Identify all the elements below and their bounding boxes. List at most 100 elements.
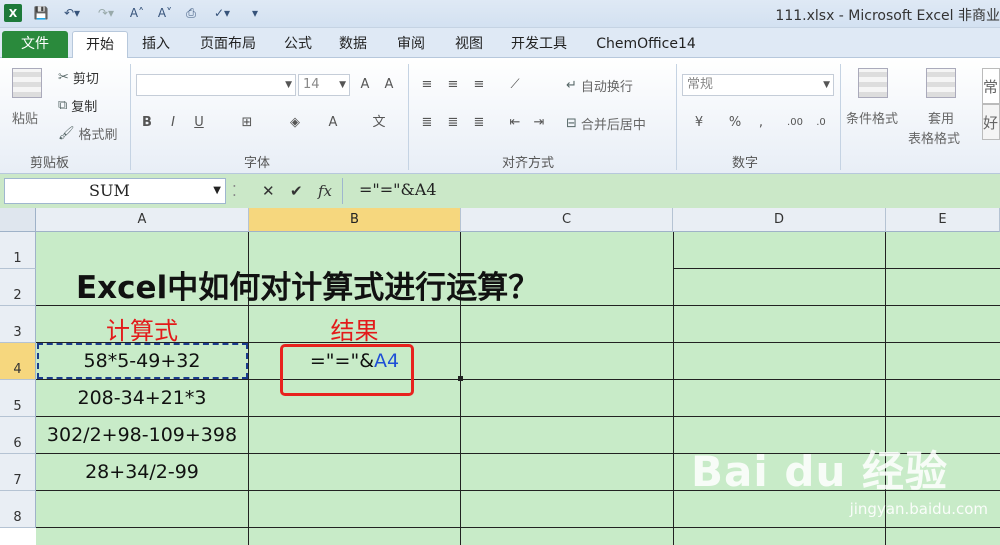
cut-label: 剪切 bbox=[72, 72, 99, 87]
cut-button[interactable]: ✂ 剪切 bbox=[58, 68, 99, 87]
tab-chemoffice[interactable]: ChemOffice14 bbox=[590, 31, 702, 58]
merge-center-button[interactable]: ⊟ 合并后居中 bbox=[566, 114, 646, 133]
format-painter-button[interactable]: 🖌 格式刷 bbox=[58, 124, 118, 143]
row-header-2[interactable]: 2 bbox=[0, 269, 36, 306]
paste-button[interactable]: 粘贴 bbox=[12, 108, 38, 127]
row-header-1[interactable]: 1 bbox=[0, 232, 36, 269]
title-bar: X 💾 ↶▾ ↷▾ A˄ A˅ ⎙ ✓▾ ▾ 111.xlsx - Micros… bbox=[0, 0, 1000, 28]
select-all-corner[interactable] bbox=[0, 208, 36, 232]
cell-border bbox=[36, 379, 1000, 380]
format-table-icon[interactable] bbox=[926, 68, 956, 98]
column-header-d[interactable]: D bbox=[673, 208, 886, 232]
excel-logo-icon[interactable]: X bbox=[4, 4, 22, 22]
tab-data[interactable]: 数据 bbox=[330, 31, 376, 58]
row-header-5[interactable]: 5 bbox=[0, 380, 36, 417]
row-header-6[interactable]: 6 bbox=[0, 417, 36, 454]
format-painter-label: 格式刷 bbox=[78, 128, 118, 143]
column-header-e[interactable]: E bbox=[886, 208, 1000, 232]
shrink-font-icon[interactable]: A bbox=[380, 76, 398, 94]
chevron-down-icon: ▼ bbox=[285, 80, 292, 90]
orientation-icon[interactable]: ⟋ bbox=[506, 76, 524, 94]
group-label-alignment: 对齐方式 bbox=[502, 156, 555, 171]
cell-a5[interactable]: 208-34+21*3 bbox=[36, 387, 248, 409]
align-bottom-icon[interactable]: ≡ bbox=[470, 76, 488, 94]
comma-button[interactable]: , bbox=[752, 114, 770, 132]
percent-button[interactable]: % bbox=[726, 114, 744, 132]
grow-font-icon[interactable]: A bbox=[356, 76, 374, 94]
align-center-icon[interactable]: ≣ bbox=[444, 114, 462, 132]
header-formula-cell[interactable]: 计算式 bbox=[36, 311, 248, 346]
group-separator bbox=[676, 64, 677, 170]
highlight-box bbox=[280, 344, 414, 396]
tab-formulas[interactable]: 公式 bbox=[276, 31, 320, 58]
group-label-font: 字体 bbox=[244, 156, 271, 171]
align-left-icon[interactable]: ≣ bbox=[418, 114, 436, 132]
redo-icon[interactable]: ↷▾ bbox=[92, 4, 120, 22]
wrap-text-button[interactable]: ↵ 自动换行 bbox=[566, 76, 633, 95]
tab-view[interactable]: 视图 bbox=[446, 31, 492, 58]
tab-developer[interactable]: 开发工具 bbox=[502, 31, 576, 58]
italic-button[interactable]: I bbox=[164, 114, 182, 132]
tab-insert[interactable]: 插入 bbox=[132, 31, 180, 58]
currency-icon[interactable]: ¥ bbox=[690, 114, 708, 132]
name-box[interactable]: SUM ▼ bbox=[4, 178, 226, 204]
tab-page-layout[interactable]: 页面布局 bbox=[190, 31, 266, 58]
insert-function-icon[interactable]: fx bbox=[318, 182, 332, 200]
copy-label: 复制 bbox=[71, 100, 98, 115]
tab-review[interactable]: 审阅 bbox=[388, 31, 434, 58]
merge-icon: ⊟ bbox=[566, 116, 577, 131]
row-header-7[interactable]: 7 bbox=[0, 454, 36, 491]
cell-a7[interactable]: 28+34/2-99 bbox=[36, 461, 248, 483]
cell-border bbox=[36, 527, 1000, 528]
cell-style-normal[interactable]: 常 bbox=[982, 68, 1000, 104]
align-top-icon[interactable]: ≡ bbox=[418, 76, 436, 94]
copy-button[interactable]: ⧉ 复制 bbox=[58, 96, 97, 115]
row-header-4[interactable]: 4 bbox=[0, 343, 36, 380]
cell-a6[interactable]: 302/2+98-109+398 bbox=[36, 424, 248, 446]
column-header-b[interactable]: B bbox=[249, 208, 461, 232]
group-separator bbox=[408, 64, 409, 170]
formula-input[interactable]: ="="&A4 bbox=[342, 178, 1000, 204]
ribbon-tabs: 文件 开始 插入 页面布局 公式 数据 审阅 视图 开发工具 ChemOffic… bbox=[0, 28, 1000, 58]
print-preview-icon[interactable]: ⎙ bbox=[182, 4, 200, 22]
save-icon[interactable]: 💾 bbox=[32, 4, 50, 22]
bold-button[interactable]: B bbox=[138, 114, 156, 132]
format-table-label: 表格格式 bbox=[908, 132, 961, 147]
align-middle-icon[interactable]: ≡ bbox=[444, 76, 462, 94]
conditional-format-button[interactable]: 条件格式 bbox=[846, 108, 898, 127]
conditional-format-icon[interactable] bbox=[858, 68, 888, 98]
decrease-indent-icon[interactable]: ⇤ bbox=[506, 114, 524, 132]
formula-bar-handle-icon[interactable]: ⁚ bbox=[232, 182, 237, 200]
increase-indent-icon[interactable]: ⇥ bbox=[530, 114, 548, 132]
number-format-combo[interactable]: 常规 ▼ bbox=[682, 74, 834, 96]
underline-button[interactable]: U bbox=[190, 114, 208, 132]
border-icon[interactable]: ⊞ bbox=[238, 114, 256, 132]
column-header-c[interactable]: C bbox=[461, 208, 673, 232]
undo-icon[interactable]: ↶▾ bbox=[58, 4, 86, 22]
enter-icon[interactable]: ✔ bbox=[290, 182, 303, 200]
tab-file[interactable]: 文件 bbox=[2, 31, 68, 58]
paste-icon[interactable] bbox=[12, 68, 42, 98]
format-table-button[interactable]: 套用 bbox=[928, 108, 954, 127]
font-name-combo[interactable]: ▼ bbox=[136, 74, 296, 96]
window-title: 111.xlsx - Microsoft Excel 非商业 bbox=[775, 8, 1000, 24]
cell-style-good[interactable]: 好 bbox=[982, 104, 1000, 140]
fill-handle[interactable] bbox=[458, 376, 463, 381]
header-result-cell[interactable]: 结果 bbox=[249, 311, 460, 346]
fill-color-icon[interactable]: ◈ bbox=[286, 114, 304, 132]
row-header-8[interactable]: 8 bbox=[0, 491, 36, 528]
spelling-icon[interactable]: ✓▾ bbox=[208, 4, 236, 22]
align-right-icon[interactable]: ≣ bbox=[470, 114, 488, 132]
font-increase-icon[interactable]: A˄ bbox=[128, 4, 146, 22]
row-header-3[interactable]: 3 bbox=[0, 306, 36, 343]
font-size-combo[interactable]: 14 ▼ bbox=[298, 74, 350, 96]
font-color-icon[interactable]: A bbox=[324, 114, 342, 132]
column-header-a[interactable]: A bbox=[36, 208, 249, 232]
decrease-decimal-icon[interactable]: .0 bbox=[812, 114, 830, 132]
tab-home[interactable]: 开始 bbox=[72, 31, 128, 58]
phonetic-icon[interactable]: 文 bbox=[370, 114, 388, 132]
font-decrease-icon[interactable]: A˅ bbox=[156, 4, 174, 22]
increase-decimal-icon[interactable]: .00 bbox=[786, 114, 804, 132]
cancel-icon[interactable]: ✕ bbox=[262, 182, 275, 200]
customize-qat-icon[interactable]: ▾ bbox=[246, 4, 264, 22]
